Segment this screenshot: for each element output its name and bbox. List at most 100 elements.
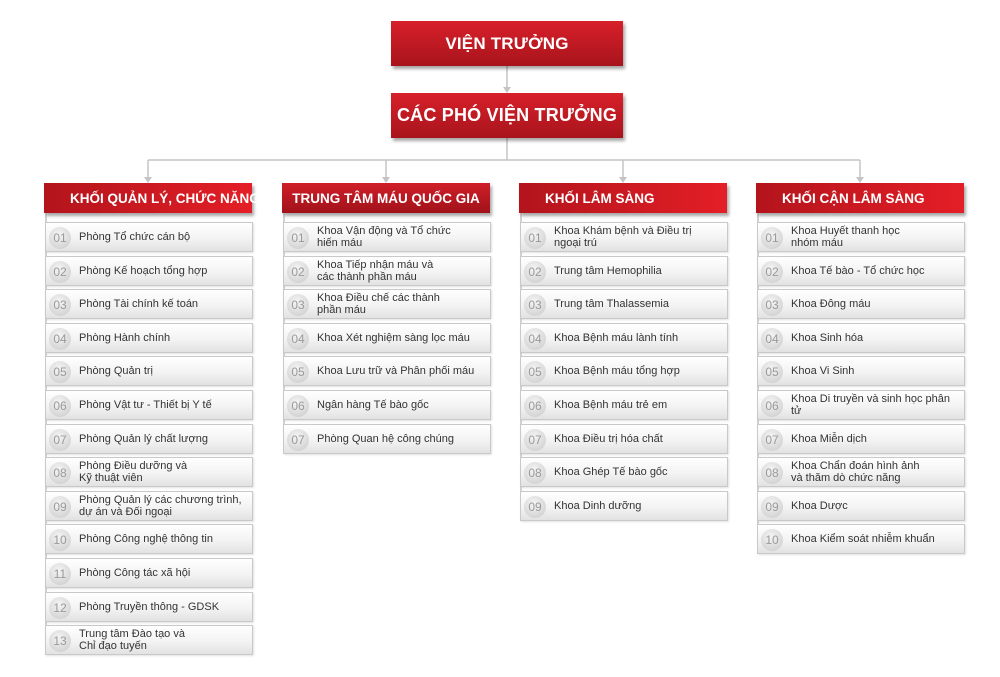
unit-name: Phòng Tài chính kế toán [79,298,199,311]
unit-item: 06 Ngân hàng Tế bào gốc [283,390,491,420]
item-number-badge: 02 [287,260,309,283]
column-header-national-blood-center: TRUNG TÂM MÁU QUỐC GIA [282,183,490,213]
item-number-badge: 06 [524,395,546,417]
unit-item: 08 Phòng Điều dưỡng và Kỹ thuật viên [45,457,253,488]
item-number-badge: 04 [524,327,546,350]
unit-name: Phòng Quan hệ công chúng [317,432,455,445]
unit-name: Khoa Xét nghiệm sàng lọc máu [317,331,470,344]
unit-name: Khoa Đông máu [791,298,871,311]
unit-name: Khoa Bệnh máu tổng hợp [554,365,680,378]
unit-item: 02 Khoa Tiếp nhận máu và các thành phần m… [283,255,491,286]
item-number-badge: 02 [761,260,783,283]
item-number-badge: 03 [761,294,783,317]
item-number-badge: 03 [287,294,309,317]
item-number-badge: 05 [761,361,783,384]
unit-item: 04 Khoa Bệnh máu lành tính [520,322,728,353]
unit-name: Khoa Khám bệnh và Điều trị ngoại trú [554,225,692,249]
unit-item: 07 Phòng Quản lý chất lượng [45,423,253,454]
item-number-badge: 03 [49,294,71,317]
unit-name: Phòng Quản trị [79,365,153,378]
item-number-badge: 05 [49,361,71,384]
item-number-badge: 07 [761,428,783,451]
item-number-badge: 01 [524,227,546,249]
item-number-badge: 05 [287,361,309,384]
item-number-badge: 08 [524,462,546,485]
unit-item: 01 Khoa Vận động và Tổ chức hiến máu [283,222,491,252]
item-number-badge: 04 [49,327,71,350]
unit-name: Khoa Điều chế các thành phần máu [317,292,440,317]
unit-name: Phòng Truyền thông - GDSK [79,600,220,613]
unit-item: 02 Phòng Kế hoạch tổng hợp [45,255,253,286]
column-header-clinical: KHỐI LÂM SÀNG [519,183,727,213]
item-number-badge: 03 [524,294,546,317]
unit-name: Khoa Miễn dịch [791,432,867,445]
item-number-badge: 11 [49,563,71,585]
unit-name: Khoa Điều trị hóa chất [554,432,663,445]
unit-name: Phòng Hành chính [79,331,171,344]
unit-name: Khoa Tiếp nhận máu và các thành phần máu [317,258,434,283]
unit-name: Khoa Vận động và Tổ chức hiến máu [317,225,451,249]
item-number-badge: 01 [49,227,71,249]
unit-item: 09 Khoa Dược [757,490,965,521]
unit-name: Khoa Huyết thanh học nhóm máu [791,225,900,249]
unit-name: Khoa Dược [791,499,848,512]
column-header-management: KHỐI QUẢN LÝ, CHỨC NĂNG [44,183,260,213]
unit-item: 06 Khoa Bệnh máu trẻ em [520,390,728,420]
unit-item: 12 Phòng Truyền thông - GDSK [45,591,253,622]
item-number-badge: 04 [287,327,309,350]
item-number-badge: 02 [49,260,71,283]
unit-item: 03 Khoa Điều chế các thành phần máu [283,289,491,320]
item-number-badge: 07 [524,428,546,451]
column-header-paraclinical: KHỐI CẬN LÂM SÀNG [756,183,964,213]
unit-name: Khoa Tế bào - Tổ chức học [791,264,925,277]
unit-name: Khoa Bệnh máu trẻ em [554,399,668,411]
item-number-badge: 10 [761,529,783,552]
item-number-badge: 06 [287,395,309,417]
unit-item: 10 Phòng Công nghệ thông tin [45,524,253,555]
item-number-badge: 13 [49,630,71,653]
unit-item: 04 Khoa Sinh hóa [757,322,965,353]
unit-item: 06 Phòng Vật tư - Thiết bị Y tế [45,390,253,420]
item-number-badge: 08 [49,462,71,485]
unit-name: Phòng Công tác xã hội [79,567,191,579]
unit-item: 07 Khoa Điều trị hóa chất [520,423,728,454]
unit-name: Trung tâm Thalassemia [554,298,669,311]
unit-item: 05 Phòng Quản trị [45,356,253,387]
unit-name: Phòng Quản lý các chương trình, dự án và… [79,493,242,518]
item-number-badge: 10 [49,529,71,552]
item-number-badge: 08 [761,462,783,485]
unit-item: 11 Phòng Công tác xã hội [45,558,253,588]
unit-item: 05 Khoa Lưu trữ và Phân phối máu [283,356,491,387]
unit-name: Trung tâm Hemophilia [554,264,662,277]
unit-name: Khoa Di truyền và sinh học phân tử [791,393,950,417]
unit-item: 06 Khoa Di truyền và sinh học phân tử [757,390,965,420]
unit-item: 02 Khoa Tế bào - Tổ chức học [757,255,965,286]
unit-item: 04 Phòng Hành chính [45,322,253,353]
unit-name: Khoa Ghép Tế bào gốc [554,466,668,479]
item-number-badge: 04 [761,327,783,350]
unit-name: Khoa Vi Sinh [791,365,855,378]
unit-name: Phòng Tổ chức cán bộ [79,231,191,243]
item-number-badge: 09 [524,495,546,518]
item-number-badge: 01 [761,227,783,249]
unit-name: Phòng Điều dưỡng và Kỹ thuật viên [79,460,188,485]
unit-name: Phòng Kế hoạch tổng hợp [79,264,208,277]
unit-item: 07 Phòng Quan hệ công chúng [283,423,491,454]
unit-item: 09 Phòng Quản lý các chương trình, dự án … [45,490,253,521]
item-number-badge: 09 [49,495,71,518]
unit-item: 08 Khoa Ghép Tế bào gốc [520,457,728,488]
unit-item: 01 Phòng Tổ chức cán bộ [45,222,253,252]
item-number-badge: 12 [49,596,71,619]
unit-name: Khoa Chẩn đoán hình ảnh và thăm dò chức … [791,460,920,485]
unit-name: Trung tâm Đào tạo và Chỉ đạo tuyến [79,628,185,653]
unit-item: 01 Khoa Khám bệnh và Điều trị ngoại trú [520,222,728,252]
unit-name: Phòng Quản lý chất lượng [79,432,208,445]
item-number-badge: 01 [287,227,309,249]
unit-item: 10 Khoa Kiểm soát nhiễm khuẩn [757,524,965,555]
director-box: VIỆN TRƯỞNG [391,21,623,66]
item-number-badge: 07 [49,428,71,451]
item-number-badge: 09 [761,495,783,518]
unit-item: 05 Khoa Vi Sinh [757,356,965,387]
unit-item: 03 Khoa Đông máu [757,289,965,320]
deputy-directors-box: CÁC PHÓ VIỆN TRƯỞNG [391,93,623,138]
